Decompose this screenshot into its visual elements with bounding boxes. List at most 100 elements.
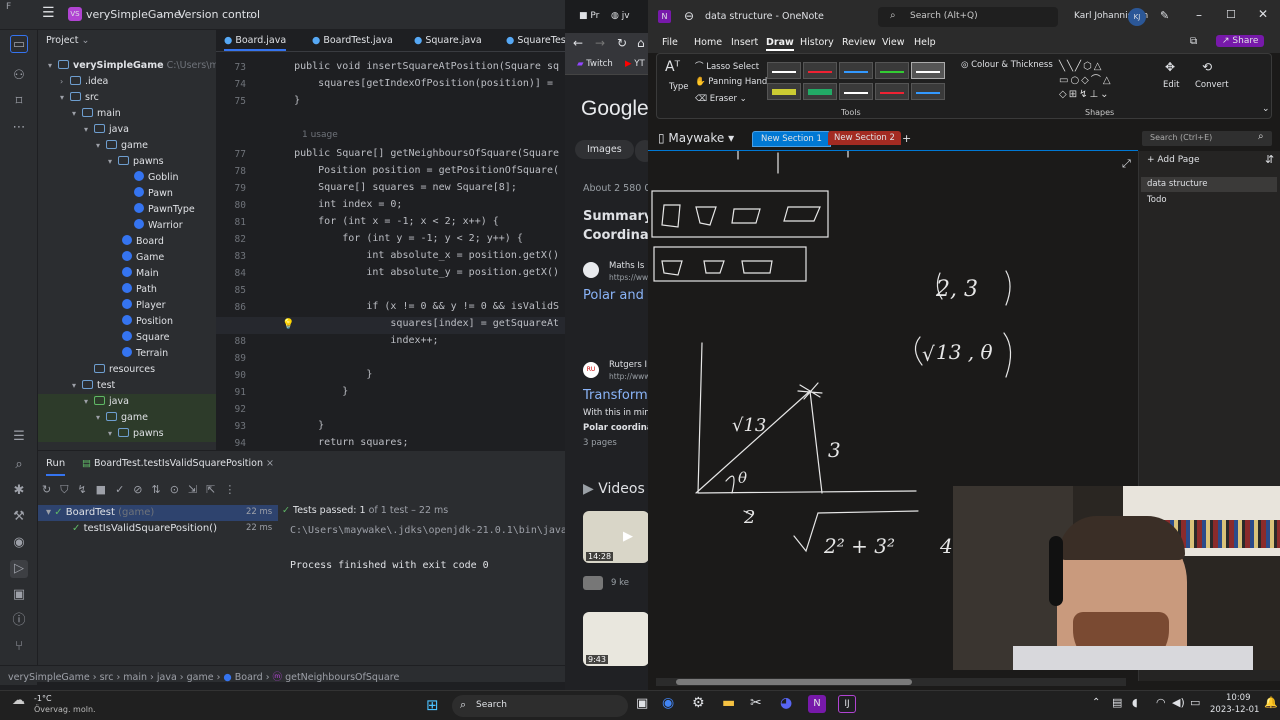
video-thumb[interactable]: 14:28 ▶ — [583, 511, 649, 563]
weather-temp[interactable]: -1°C — [34, 694, 52, 703]
page-item[interactable]: Todo — [1147, 195, 1167, 205]
start-icon[interactable]: ⊞ — [426, 696, 439, 714]
result-link[interactable]: Transformi — [583, 388, 650, 403]
type-button[interactable]: Type — [669, 82, 689, 92]
run-icon[interactable]: ▷ — [10, 560, 28, 578]
structure-icon[interactable]: ⚇ — [10, 67, 28, 85]
chrome-tab[interactable]: ■ Pr — [579, 11, 599, 21]
tree-terrain[interactable]: Terrain — [122, 346, 168, 362]
close-icon[interactable]: ✕ — [1258, 7, 1268, 21]
clock-time[interactable]: 10:09 — [1226, 693, 1251, 703]
type-icon[interactable]: Aᵀ — [665, 59, 680, 75]
menu-history[interactable]: History — [800, 37, 834, 48]
tree-square[interactable]: Square — [122, 330, 169, 346]
pen-swatch[interactable] — [911, 83, 945, 100]
colour-thickness-button[interactable]: ◎ Colour & Thickness — [961, 60, 1053, 70]
usage-hint[interactable]: 1 usage — [302, 130, 338, 140]
services-icon[interactable]: ◉ — [10, 534, 28, 552]
search-box[interactable]: ⌕ Search (Alt+Q) — [878, 7, 1058, 27]
tree-position[interactable]: Position — [122, 314, 173, 330]
tree-src[interactable]: ▾ src — [60, 90, 99, 106]
tree-main[interactable]: ▾ main — [72, 106, 121, 122]
tab-squaretest[interactable]: ● SquareTest — [506, 35, 565, 46]
back-icon[interactable]: ⊖ — [684, 9, 694, 23]
section-tab-2[interactable]: New Section 2 — [828, 131, 901, 145]
section-tab-1[interactable]: New Section 1 — [752, 131, 831, 147]
menu-insert[interactable]: Insert — [731, 37, 758, 48]
pen-swatch[interactable] — [803, 62, 837, 79]
pen-gallery[interactable] — [767, 62, 951, 102]
shapes-gallery[interactable]: ╲╲╱⬡△ ▭○◇⌒△ ◇⊞↯⊥⌄ — [1059, 60, 1137, 104]
crumb[interactable]: java — [157, 672, 177, 683]
reload-icon[interactable]: ↻ — [617, 36, 627, 50]
tree-pawntype[interactable]: PawnType — [134, 202, 195, 218]
video-thumb[interactable]: 9:43 — [583, 612, 649, 666]
test-case-row[interactable]: ✓ testIsValidSquarePosition() 22 ms — [38, 521, 278, 537]
forward-icon[interactable]: → — [595, 36, 605, 50]
tree-java[interactable]: ▾ java — [84, 122, 129, 138]
folder-icon[interactable]: ▭ — [10, 35, 28, 53]
images-chip[interactable]: Images — [575, 140, 634, 159]
lasso-button[interactable]: ⌒ Lasso Select — [695, 60, 759, 72]
code-editor[interactable]: 73 74 75 77 78 79 80 81 82 83 84 85 86 8… — [216, 52, 565, 450]
weather-text[interactable]: Övervag. moln. — [34, 705, 96, 714]
tree-warrior[interactable]: Warrior — [134, 218, 183, 234]
debug-icon[interactable]: ✱ — [10, 482, 28, 500]
tray-app-icon[interactable]: ▤ — [1112, 696, 1122, 709]
tree-resources[interactable]: resources — [84, 362, 155, 378]
menu-home[interactable]: Home — [694, 37, 722, 48]
tab-square[interactable]: ● Square.java — [414, 35, 482, 46]
tree-board[interactable]: Board — [122, 234, 164, 250]
add-section-button[interactable]: + — [902, 132, 911, 145]
tree-root[interactable]: ▾verySimpleGame C:\Users\maywak — [48, 58, 216, 74]
edit-button[interactable]: Edit — [1163, 80, 1179, 90]
convert-button[interactable]: Convert — [1195, 80, 1229, 90]
snipping-icon[interactable]: ✂ — [750, 695, 762, 711]
tree-game-class[interactable]: Game — [122, 250, 164, 266]
home-icon[interactable]: ⌂ — [637, 36, 645, 50]
crumb[interactable]: verySimpleGame — [8, 672, 90, 683]
google-logo[interactable]: Google — [581, 97, 649, 121]
menu-file[interactable]: File — [662, 37, 678, 48]
menu-review[interactable]: Review — [842, 37, 876, 48]
eraser-button[interactable]: ⌫ Eraser ⌄ — [695, 94, 747, 104]
avatar[interactable]: KJ — [1128, 8, 1146, 26]
tree-player[interactable]: Player — [122, 298, 166, 314]
tree-test-game[interactable]: ▾ game — [38, 410, 216, 426]
menu-draw[interactable]: Draw — [766, 37, 794, 51]
pen-swatch[interactable] — [875, 83, 909, 100]
tray-mic-icon[interactable]: ◖ — [1132, 696, 1138, 709]
page-item-selected[interactable]: data structure — [1141, 177, 1277, 192]
explorer-icon[interactable]: ▬ — [722, 695, 735, 711]
git-icon[interactable]: ⑂ — [10, 638, 28, 656]
panning-button[interactable]: ✋ Panning Hand — [695, 77, 767, 87]
discord-icon[interactable]: ◕ — [780, 695, 792, 711]
notification-icon[interactable]: 🔔 — [1264, 696, 1278, 709]
menu-view[interactable]: View — [882, 37, 905, 48]
sort-icon[interactable]: ⇵ — [1265, 153, 1274, 166]
more-icon[interactable]: ⋯ — [10, 119, 28, 137]
tree-goblin[interactable]: Goblin — [134, 170, 179, 186]
terminal-icon[interactable]: ▣ — [10, 586, 28, 604]
horizontal-scrollbar[interactable] — [656, 678, 1126, 686]
tree-path[interactable]: Path — [122, 282, 157, 298]
test-suite-row[interactable]: ▾ ✓ BoardTest (game) 22 ms — [38, 505, 278, 521]
bookmark-icon[interactable]: ⌑ — [10, 93, 28, 111]
tree-pawns[interactable]: ▾ pawns — [108, 154, 164, 170]
bookmark-yt[interactable]: ▶ YT — [625, 59, 645, 69]
problems-icon[interactable]: ⓘ — [10, 612, 28, 630]
clock-date[interactable]: 2023-12-01 — [1210, 705, 1259, 715]
crumb[interactable]: Board — [235, 672, 263, 683]
chrome-tab[interactable]: ◍ jv — [611, 11, 630, 21]
maximize-icon[interactable]: ☐ — [1226, 8, 1236, 21]
hamburger-icon[interactable]: ☰ — [42, 5, 55, 21]
wifi-icon[interactable]: ◠ — [1156, 696, 1166, 709]
minimize-icon[interactable]: – — [1196, 8, 1202, 22]
bookmark-twitch[interactable]: ▰ Twitch — [577, 59, 613, 69]
settings-icon[interactable]: ⚙ — [692, 695, 705, 711]
pen-swatch[interactable] — [839, 83, 873, 100]
notebook-switcher[interactable]: ▯ Maywake ▾ — [658, 131, 734, 145]
tab-board[interactable]: ● Board.java — [224, 35, 287, 51]
search-icon[interactable]: ⌕ — [10, 456, 28, 474]
crumb[interactable]: game — [187, 672, 214, 683]
